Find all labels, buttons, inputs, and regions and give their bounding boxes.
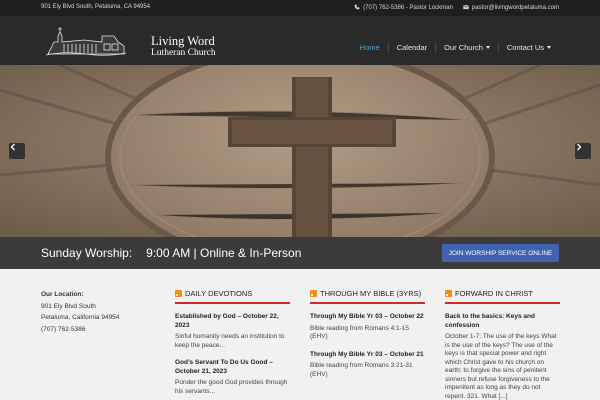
phone-contact[interactable]: (707) 762-5386 - Pastor Lockman: [354, 4, 453, 11]
location-line-1: 901 Ely Blvd South: [41, 302, 96, 310]
daily-devotions-heading[interactable]: DAILY DEVOTIONS: [175, 289, 290, 304]
slider-prev-button[interactable]: [9, 143, 25, 159]
through-my-bible-column: THROUGH MY BIBLE (3YRS) Through My Bible…: [310, 289, 425, 379]
church-logo-image[interactable]: [44, 24, 128, 58]
nav-home-label: Home: [359, 43, 380, 52]
worship-info: Sunday Worship: 9:00 AM | Online & In-Pe…: [41, 246, 301, 260]
chevron-down-icon: [485, 46, 490, 49]
daily-devotions-column: DAILY DEVOTIONS Established by God – Oct…: [175, 289, 290, 396]
nav-contact-us-label: Contact Us: [506, 43, 544, 52]
location-block: Our Location: 901 Ely Blvd South Petalum…: [41, 289, 119, 335]
through-my-bible-heading[interactable]: THROUGH MY BIBLE (3YRS): [310, 289, 425, 304]
post-excerpt: Ponder the good God provides through his…: [175, 379, 288, 395]
post-excerpt: October 1-7: The use of the keys What is…: [445, 333, 557, 400]
nav-calendar-label: Calendar: [396, 43, 428, 52]
top-address: 901 Ely Blvd South, Petaluma, CA 94954: [41, 4, 151, 10]
site-logo-text[interactable]: Living Word Lutheran Church: [151, 34, 216, 59]
post-excerpt: Bible reading from Romans 4:1-15 (EHV): [310, 324, 409, 341]
hero-cross-image: [0, 65, 600, 237]
worship-bar: Sunday Worship: 9:00 AM | Online & In-Pe…: [0, 237, 600, 269]
nav-our-church[interactable]: Our Church: [435, 43, 498, 52]
phone-text: (707) 762-5386 - Pastor Lockman: [363, 5, 453, 11]
top-contact: (707) 762-5386 - Pastor Lockman pastor@l…: [354, 4, 559, 11]
rss-icon: [310, 290, 317, 297]
rss-icon: [445, 290, 452, 297]
email-link: pastor@livingwordpetaluma.com: [471, 5, 559, 11]
post-title-link[interactable]: Established by God – October 22, 2023: [175, 313, 290, 330]
forward-in-christ-title: FORWARD IN CHRIST: [455, 289, 533, 298]
post-title-link[interactable]: Through My Bible Yr 03 – October 22: [310, 313, 425, 322]
worship-label: Sunday Worship:: [41, 246, 133, 260]
nav-calendar[interactable]: Calendar: [387, 43, 435, 52]
daily-devotions-title: DAILY DEVOTIONS: [185, 289, 253, 298]
chevron-left-icon: [10, 143, 15, 151]
join-worship-button[interactable]: JOIN WORSHIP SERVICE ONLINE: [442, 244, 559, 262]
envelope-icon: [462, 4, 469, 10]
post-excerpt: Sinful humanity needs an institution to …: [175, 333, 285, 349]
content-area: Our Location: 901 Ely Blvd South Petalum…: [0, 269, 600, 400]
site-header: Living Word Lutheran Church Home Calenda…: [0, 16, 600, 65]
through-my-bible-title: THROUGH MY BIBLE (3YRS): [320, 289, 422, 298]
worship-time: 9:00 AM | Online & In-Person: [146, 246, 302, 260]
logo-line-2: Lutheran Church: [151, 48, 216, 59]
rss-icon: [175, 290, 182, 297]
slider-next-button[interactable]: [575, 143, 591, 159]
nav-our-church-label: Our Church: [444, 43, 483, 52]
chevron-right-icon: [577, 143, 582, 151]
logo-line-1: Living Word: [151, 34, 215, 48]
post-title-link[interactable]: Back to the basics: Keys and confession: [445, 313, 560, 330]
main-nav: Home Calendar Our Church Contact Us: [352, 43, 559, 52]
post-title-link[interactable]: Through My Bible Yr 03 – October 21: [310, 351, 425, 360]
top-bar: 901 Ely Blvd South, Petaluma, CA 94954 (…: [0, 0, 600, 16]
location-line-2: Petaluma, California 94954: [41, 314, 120, 321]
post-excerpt: Bible reading from Romans 3:21-31 (EHV): [310, 362, 413, 378]
email-contact[interactable]: pastor@livingwordpetaluma.com: [462, 4, 559, 11]
location-phone: (707) 762-5386: [41, 325, 86, 333]
phone-icon: [354, 4, 360, 10]
nav-contact-us[interactable]: Contact Us: [497, 43, 559, 52]
hero-slider: [0, 65, 600, 237]
chevron-down-icon: [547, 46, 551, 49]
post-title-link[interactable]: God’s Servant To Do Us Good – October 21…: [175, 359, 290, 376]
nav-home[interactable]: Home: [352, 43, 388, 52]
forward-in-christ-heading[interactable]: FORWARD IN CHRIST: [445, 289, 560, 304]
location-title: Our Location:: [41, 291, 84, 298]
forward-in-christ-column: FORWARD IN CHRIST Back to the basics: Ke…: [445, 289, 560, 400]
